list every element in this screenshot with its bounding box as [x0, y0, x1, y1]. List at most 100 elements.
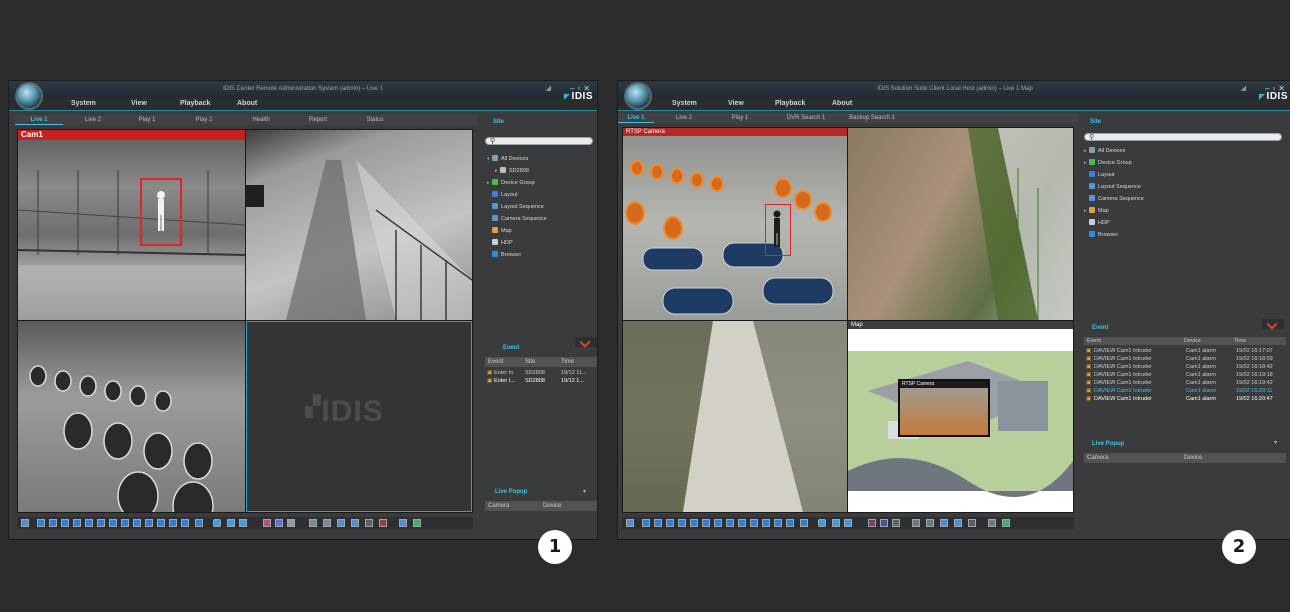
tree-item[interactable]: ▸ Map [1084, 207, 1109, 215]
layout-2x2-button[interactable] [654, 519, 662, 527]
menu-system[interactable]: System [71, 97, 96, 111]
event-row[interactable]: ▣ Enter I... SD2808 19/12 1... [487, 377, 597, 385]
event-col-time[interactable]: Time [1234, 337, 1246, 345]
live-popup-col-device[interactable]: Device [543, 501, 561, 511]
tree-item[interactable]: Layout Sequence [1084, 183, 1141, 191]
live-popup-collapse-icon[interactable]: ▾ [583, 488, 586, 495]
ptz-icon[interactable] [912, 519, 920, 527]
camera-tile-cam1[interactable]: Cam1 [18, 130, 245, 320]
site-search-input[interactable]: ⚲ [1084, 133, 1282, 141]
layout-1p7-button[interactable] [726, 519, 734, 527]
alert-collapse-icon[interactable] [1262, 319, 1284, 329]
layout-4x4-button[interactable] [678, 519, 686, 527]
layout-1p12-button[interactable] [750, 519, 758, 527]
layout-more-button[interactable] [786, 519, 794, 527]
event-row[interactable]: ▣ Enter In SD2808 19/12 11... [487, 369, 597, 377]
settings-icon[interactable] [365, 519, 373, 527]
zoom-icon[interactable] [926, 519, 934, 527]
live-popup-collapse-icon[interactable]: ▾ [1274, 439, 1277, 446]
map-tile[interactable]: Map RTSP Camera [848, 321, 1073, 512]
browser-view-icon[interactable] [1002, 519, 1010, 527]
tab-backup-search-1[interactable]: Backup Search 1 [840, 113, 904, 123]
info-icon[interactable] [337, 519, 345, 527]
camera-tile-road[interactable] [246, 130, 472, 320]
next-page-button[interactable] [844, 519, 852, 527]
layout-1p5-button[interactable] [109, 519, 117, 527]
tab-live-2[interactable]: Live 2 [666, 113, 702, 123]
tree-item[interactable]: Camera Sequence [1084, 195, 1144, 203]
tree-item[interactable]: Browser [487, 251, 521, 259]
layout-1p9-button[interactable] [738, 519, 746, 527]
camera-tile-empty[interactable]: ▞IDIS [246, 321, 472, 512]
tab-report[interactable]: Report [294, 115, 342, 125]
event-col-time[interactable]: Time [561, 357, 574, 367]
layout-3x3-button[interactable] [666, 519, 674, 527]
menu-about[interactable]: About [832, 97, 852, 111]
menu-playback[interactable]: Playback [775, 97, 805, 111]
camera-tile-rtsp[interactable]: RTSP Camera [623, 128, 847, 320]
event-col-event[interactable]: Event [488, 357, 503, 367]
camera-tile-slope[interactable] [848, 128, 1073, 320]
layout-custom-button[interactable] [169, 519, 177, 527]
event-col-site[interactable]: Site [525, 357, 535, 367]
layout-6x6-button[interactable] [702, 519, 710, 527]
record-icon[interactable] [868, 519, 876, 527]
tree-item[interactable]: Map [487, 227, 512, 235]
tab-status[interactable]: Status [351, 115, 399, 125]
layout-4x4-button[interactable] [73, 519, 81, 527]
tree-item[interactable]: ▸ SD2808 [495, 167, 529, 175]
event-row[interactable]: ▣ DAVIEW Cam1 Intruder Cam1 alarm 19/02 16:… [1086, 387, 1286, 395]
menu-system[interactable]: System [672, 97, 697, 111]
fullscreen-button[interactable] [626, 519, 634, 527]
prev-page-button[interactable] [832, 519, 840, 527]
map-view-icon[interactable] [399, 519, 407, 527]
tree-item[interactable]: ▸ Device Group [487, 179, 535, 187]
zoom-icon[interactable] [323, 519, 331, 527]
event-col-device[interactable]: Device [1184, 337, 1201, 345]
event-col-event[interactable]: Event [1087, 337, 1101, 345]
layout-3x3-button[interactable] [61, 519, 69, 527]
menu-about[interactable]: About [237, 97, 257, 111]
audio-icon[interactable] [287, 519, 295, 527]
export-icon[interactable] [351, 519, 359, 527]
event-row[interactable]: ▣ DAVIEW Cam1 Intruder Cam1 alarm 19/02 16:… [1086, 395, 1286, 403]
layout-more-button[interactable] [181, 519, 189, 527]
layout-dropdown-button[interactable] [195, 519, 203, 527]
tree-item[interactable]: Browser [1084, 231, 1118, 239]
menu-playback[interactable]: Playback [180, 97, 210, 111]
layout-2x2-button[interactable] [49, 519, 57, 527]
event-row[interactable]: ▣ DAVIEW Cam1 Intruder Cam1 alarm 19/02 16:… [1086, 363, 1286, 371]
layout-2p8-button[interactable] [762, 519, 770, 527]
stop-icon[interactable] [379, 519, 387, 527]
tree-item[interactable]: ▸ All Devices [1084, 147, 1125, 155]
layout-1p5-button[interactable] [714, 519, 722, 527]
live-popup-col-camera[interactable]: Camera [1087, 453, 1108, 463]
info-icon[interactable] [940, 519, 948, 527]
tree-item[interactable]: Layout [1084, 171, 1115, 179]
layout-6x6-button[interactable] [97, 519, 105, 527]
live-popup-col-camera[interactable]: Camera [488, 501, 509, 511]
layout-5x5-button[interactable] [690, 519, 698, 527]
map-view-icon[interactable] [988, 519, 996, 527]
layout-5x5-button[interactable] [85, 519, 93, 527]
alert-collapse-icon[interactable] [575, 337, 597, 347]
tree-item[interactable]: Camera Sequence [487, 215, 547, 223]
menu-view[interactable]: View [728, 97, 744, 111]
tab-play-1[interactable]: Play 1 [722, 113, 758, 123]
expand-icon[interactable] [818, 519, 826, 527]
event-row[interactable]: ▣ DAVIEW Cam1 Intruder Cam1 alarm 19/02 16:… [1086, 347, 1286, 355]
fullscreen-button[interactable] [21, 519, 29, 527]
layout-1x1-button[interactable] [642, 519, 650, 527]
tree-item[interactable]: HDP [1084, 219, 1110, 227]
live-popup-col-device[interactable]: Device [1184, 453, 1202, 463]
settings-icon[interactable] [968, 519, 976, 527]
layout-1p9-button[interactable] [133, 519, 141, 527]
layout-2p8-button[interactable] [157, 519, 165, 527]
tab-dvr-search-1[interactable]: DVR Search 1 [778, 113, 834, 123]
audio-icon[interactable] [892, 519, 900, 527]
export-icon[interactable] [954, 519, 962, 527]
tab-live-1[interactable]: Live 1 [618, 113, 654, 123]
menu-view[interactable]: View [131, 97, 147, 111]
next-page-button[interactable] [239, 519, 247, 527]
tree-item[interactable]: Layout Sequence [487, 203, 544, 211]
